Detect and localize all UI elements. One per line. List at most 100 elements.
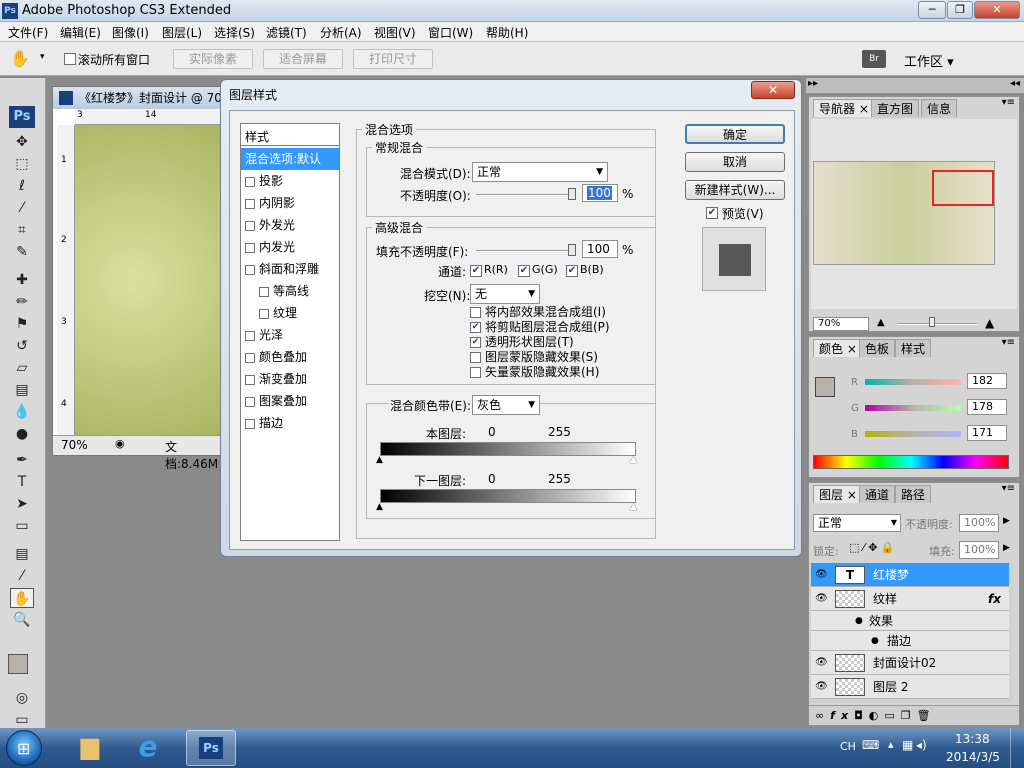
fx-icon[interactable]: fx	[988, 587, 1001, 611]
panel-menu-icon[interactable]: ▾≡	[1002, 483, 1015, 494]
notes-tool-icon[interactable]: ▤	[10, 544, 34, 564]
advanced-option[interactable]: ✔ 将剪贴图层混合成组(P)	[470, 320, 650, 335]
channel-g-checkbox[interactable]: ✔	[518, 265, 530, 277]
style-item[interactable]: 投影	[241, 170, 339, 192]
panel-menu-icon[interactable]: ▾≡	[1002, 337, 1015, 348]
history-brush-tool-icon[interactable]: ↺	[10, 336, 34, 356]
blend-if-select[interactable]: 灰色 ▼	[472, 395, 540, 415]
style-item[interactable]: 纹理	[241, 302, 339, 324]
opacity-slider[interactable]	[476, 194, 572, 196]
style-checkbox[interactable]	[245, 264, 255, 275]
maximize-button[interactable]: ❐	[947, 1, 973, 19]
style-item[interactable]: 混合选项:默认	[241, 148, 339, 170]
tab-styles[interactable]: 样式	[895, 339, 932, 357]
opacity-input[interactable]: 100	[582, 184, 618, 202]
r-slider[interactable]	[865, 379, 961, 385]
advanced-option-checkbox[interactable]	[470, 367, 481, 378]
internet-explorer-icon[interactable]: e	[126, 730, 170, 764]
photoshop-taskbar-button[interactable]: Ps	[186, 730, 236, 766]
g-input[interactable]: 178	[967, 399, 1007, 415]
workspace-menu[interactable]: 工作区 ▾	[904, 51, 954, 70]
opacity-slider-thumb[interactable]	[568, 188, 576, 200]
shape-tool-icon[interactable]: ▭	[10, 516, 34, 536]
menu-help[interactable]: 帮助(H)	[482, 24, 532, 41]
advanced-option[interactable]: 矢量蒙版隐藏效果(H)	[470, 365, 650, 380]
tab-channels[interactable]: 通道	[859, 485, 896, 503]
tab-layers[interactable]: 图层 ×	[813, 485, 863, 503]
style-item[interactable]: 颜色叠加	[241, 346, 339, 368]
style-item[interactable]: 图案叠加	[241, 390, 339, 412]
foreground-color-swatch[interactable]	[8, 654, 28, 674]
bridge-icon[interactable]: Br	[862, 50, 886, 68]
document-canvas[interactable]	[75, 125, 223, 435]
layer-row[interactable]: 👁 纹样 fx	[811, 587, 1009, 611]
blend-mode-select[interactable]: 正常 ▼	[472, 162, 608, 182]
style-checkbox[interactable]	[245, 242, 255, 253]
zoom-out-icon[interactable]: ▲	[877, 317, 885, 328]
quick-mask-icon[interactable]: ◎	[10, 688, 34, 708]
navigator-zoom-slider[interactable]	[897, 323, 977, 325]
visibility-eye-icon[interactable]: 👁	[815, 563, 828, 587]
navigator-zoom-input[interactable]: 70%	[813, 317, 869, 331]
this-layer-white-thumb[interactable]: ▲	[630, 455, 637, 465]
layer-mask-icon[interactable]: ◘	[854, 709, 869, 722]
layer-row[interactable]: ● 描边	[811, 631, 1009, 651]
tray-expand-icon[interactable]: ▴	[888, 738, 894, 751]
dialog-close-button[interactable]: ✕	[751, 81, 795, 99]
advanced-option-checkbox[interactable]: ✔	[470, 322, 481, 333]
style-item[interactable]: 外发光	[241, 214, 339, 236]
status-menu-icon[interactable]: ◉	[115, 437, 125, 450]
keyboard-icon[interactable]: ⌨	[862, 738, 879, 752]
style-checkbox[interactable]	[245, 352, 255, 363]
style-item[interactable]: 等高线	[241, 280, 339, 302]
ok-button[interactable]: 确定	[685, 124, 785, 144]
volume-icon[interactable]: ◂)	[916, 738, 927, 752]
eraser-tool-icon[interactable]: ▱	[10, 358, 34, 378]
style-checkbox[interactable]	[259, 286, 269, 297]
minimize-button[interactable]: ─	[918, 1, 946, 19]
lasso-tool-icon[interactable]: ℓ	[10, 176, 34, 196]
layer-opacity-input[interactable]: 100%	[959, 514, 999, 532]
tab-navigator[interactable]: 导航器 ×	[813, 99, 875, 117]
style-checkbox[interactable]	[245, 220, 255, 231]
r-input[interactable]: 182	[967, 373, 1007, 389]
slice-tool-icon[interactable]: ✎	[10, 242, 34, 262]
menu-file[interactable]: 文件(F)	[4, 24, 52, 41]
menu-window[interactable]: 窗口(W)	[424, 24, 477, 41]
chevron-right-icon[interactable]: ▶	[1003, 516, 1010, 526]
magic-wand-tool-icon[interactable]: ⁄	[10, 198, 34, 218]
new-layer-icon[interactable]: ❐	[901, 709, 917, 722]
layer-row[interactable]: 👁 封面设计02	[811, 651, 1009, 675]
underlying-white-thumb[interactable]: ▲	[630, 502, 637, 512]
style-item[interactable]: 渐变叠加	[241, 368, 339, 390]
tab-histogram[interactable]: 直方图	[871, 99, 920, 117]
navigator-zoom-thumb[interactable]	[929, 317, 935, 327]
tab-paths[interactable]: 路径	[895, 485, 932, 503]
navigator-proxy-box[interactable]	[932, 170, 994, 206]
style-item[interactable]: 内阴影	[241, 192, 339, 214]
close-window-button[interactable]: ✕	[974, 1, 1020, 19]
style-item[interactable]: 光泽	[241, 324, 339, 346]
b-input[interactable]: 171	[967, 425, 1007, 441]
foreground-color-swatch[interactable]	[815, 377, 835, 397]
tool-preset-dropdown[interactable]: ▾	[40, 52, 45, 62]
new-group-icon[interactable]: ▭	[884, 709, 900, 722]
screen-mode-icon[interactable]: ▭	[10, 710, 34, 730]
move-tool-icon[interactable]: ✥	[10, 132, 34, 152]
collapse-icon[interactable]: ▸▸	[808, 78, 818, 89]
zoom-level[interactable]: 70%	[61, 438, 88, 452]
style-item[interactable]: 斜面和浮雕	[241, 258, 339, 280]
file-explorer-icon[interactable]: ▆	[68, 732, 112, 764]
color-spectrum-bar[interactable]	[813, 455, 1009, 469]
brush-tool-icon[interactable]: ✏	[10, 292, 34, 312]
fx-icon[interactable]: fx	[830, 709, 854, 722]
cancel-button[interactable]: 取消	[685, 152, 785, 172]
zoom-in-icon[interactable]: ▲	[985, 316, 994, 330]
gradient-tool-icon[interactable]: ▤	[10, 380, 34, 400]
clone-stamp-tool-icon[interactable]: ⚑	[10, 314, 34, 334]
advanced-option-checkbox[interactable]	[470, 352, 481, 363]
menu-image[interactable]: 图像(I)	[108, 24, 153, 41]
marquee-tool-icon[interactable]: ⬚	[10, 154, 34, 174]
path-selection-tool-icon[interactable]: ➤	[10, 494, 34, 514]
effect-eye-icon[interactable]: ●	[871, 631, 879, 651]
